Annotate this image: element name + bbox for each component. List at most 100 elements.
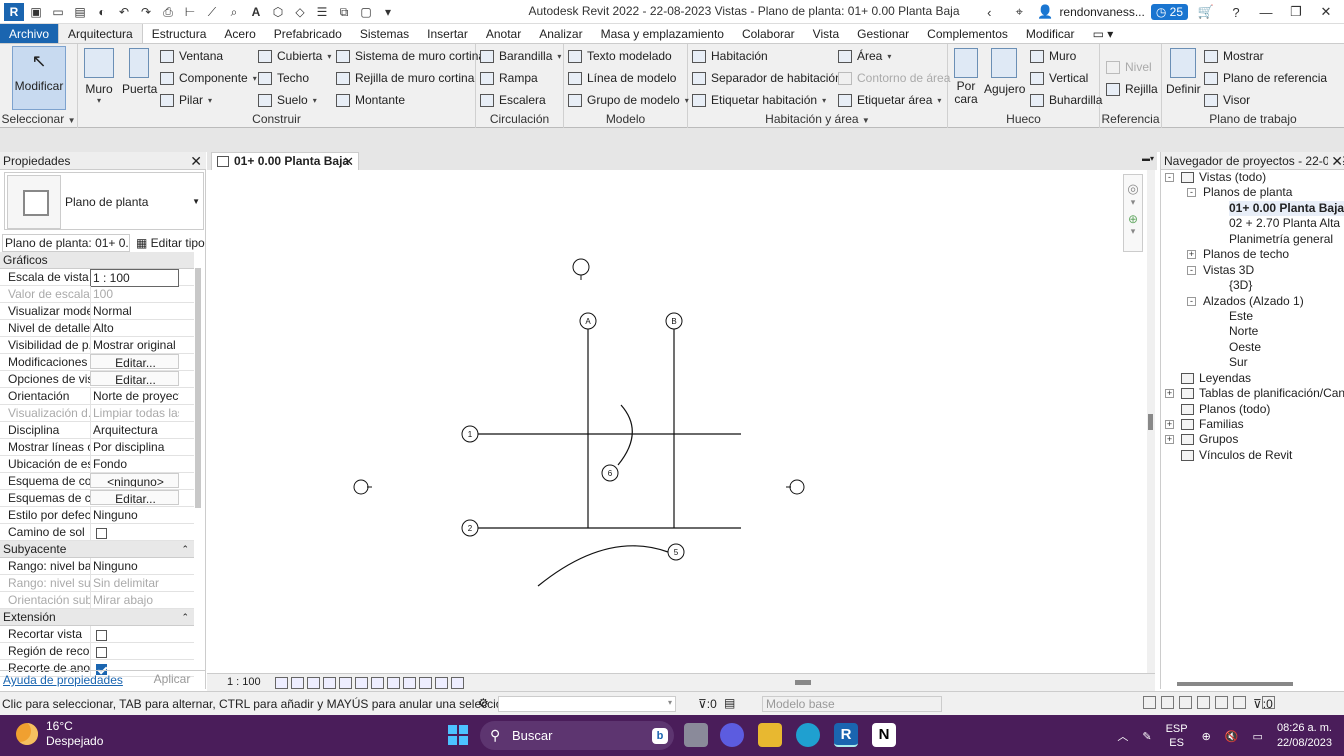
techo-button[interactable]: Techo [258, 71, 309, 85]
expand-icon[interactable]: + [1165, 420, 1174, 429]
drawing-canvas[interactable]: A B 1 2 6 5 ◎ ▾ ⊕ ▾ [207, 170, 1151, 673]
browser-node[interactable]: + Planos de techo [1161, 247, 1344, 262]
browser-node[interactable]: {3D} [1161, 278, 1344, 293]
sistema-muro-cortina-button[interactable]: Sistema de muro cortina [336, 49, 485, 63]
property-value[interactable]: Ninguno [90, 558, 179, 574]
edit-type-button[interactable]: ▦ Editar tipo [136, 234, 205, 252]
expand-icon[interactable]: + [1187, 250, 1196, 260]
checkbox[interactable] [96, 528, 107, 540]
visor-button[interactable]: Visor [1204, 93, 1250, 107]
rejilla-button[interactable]: Rejilla [1106, 82, 1158, 96]
tab-vista[interactable]: Vista [804, 24, 848, 43]
collapse-icon[interactable]: - [1187, 188, 1196, 198]
grupo-modelo-button[interactable]: Grupo de modelo ▾ [568, 93, 689, 107]
collapse-icon[interactable]: - [1165, 173, 1174, 182]
clock[interactable]: 08:26 a. m. 22/08/2023 [1277, 721, 1332, 751]
tab-insertar[interactable]: Insertar [418, 24, 477, 43]
montante-button[interactable]: Montante [336, 93, 405, 107]
temp-hide-icon[interactable] [387, 677, 400, 689]
browser-node[interactable]: 02 + 2.70 Planta Alta [1161, 216, 1344, 231]
browser-node[interactable]: 01+ 0.00 Planta Baja [1161, 200, 1344, 216]
definir-button[interactable]: Definir [1166, 48, 1201, 96]
contorno-area-button[interactable]: Contorno de área [838, 71, 950, 85]
temp-view-props-icon[interactable] [419, 677, 432, 689]
plano-referencia-button[interactable]: Plano de referencia [1204, 71, 1327, 85]
select-links-icon[interactable] [1143, 696, 1156, 709]
canvas-horizontal-scroll-thumb[interactable] [795, 680, 811, 685]
expand-icon[interactable]: + [1165, 389, 1174, 399]
tab-acero[interactable]: Acero [215, 24, 264, 43]
browser-node[interactable]: Leyendas [1161, 371, 1344, 386]
property-value[interactable]: Arquitectura [90, 422, 179, 438]
por-cara-button[interactable]: Por cara [952, 48, 980, 106]
browser-node[interactable]: Sur [1161, 355, 1344, 370]
checkbox[interactable] [96, 647, 107, 659]
cubierta-button[interactable]: Cubierta ▾ [258, 49, 331, 63]
scroll-thumb[interactable] [1148, 414, 1153, 430]
property-checkbox[interactable] [90, 524, 179, 540]
weather-widget[interactable]: 16°C Despejado [16, 719, 103, 749]
binoculars-icon[interactable]: ⌖ [1007, 4, 1031, 20]
language-indicator[interactable]: ESP ES [1166, 722, 1188, 750]
tab-modificar[interactable]: Modificar [1017, 24, 1084, 43]
tab-sistemas[interactable]: Sistemas [351, 24, 418, 43]
tab-complementos[interactable]: Complementos [918, 24, 1017, 43]
browser-node[interactable]: + Grupos [1161, 432, 1344, 447]
ribbon-toggle-icon[interactable]: ▭ ▾ [1084, 24, 1123, 43]
view-tab[interactable]: 01+ 0.00 Planta Baja ✕ [211, 152, 359, 170]
modificar-button[interactable]: ↖ Modificar [12, 46, 66, 110]
property-value[interactable]: Ninguno [90, 507, 179, 523]
revit-taskbar-icon[interactable]: R [834, 723, 858, 747]
ventana-button[interactable]: Ventana [160, 49, 223, 63]
tab-estructura[interactable]: Estructura [143, 24, 216, 43]
muro-button[interactable]: Muro ▾ [84, 48, 114, 105]
minimize-icon[interactable]: — [1254, 5, 1278, 20]
property-checkbox[interactable] [90, 626, 179, 642]
expand-icon[interactable]: + [1165, 435, 1174, 445]
navigation-bar[interactable]: ◎ ▾ ⊕ ▾ [1123, 174, 1143, 252]
close-icon[interactable]: ✕ [190, 152, 202, 170]
steering-wheel-icon[interactable]: ◎ [1124, 181, 1142, 197]
browser-node[interactable]: + Familias [1161, 417, 1344, 432]
properties-scrollbar[interactable] [195, 268, 201, 508]
hab-area-dropdown[interactable]: Habitación y área ▼ [688, 112, 947, 126]
tab-anotar[interactable]: Anotar [477, 24, 530, 43]
tab-archivo[interactable]: Archivo [0, 24, 59, 43]
view-scale[interactable]: 1 : 100 [227, 676, 261, 688]
instance-selector[interactable]: Plano de planta: 01+ 0.0 [2, 234, 130, 252]
browser-node[interactable]: + Tablas de planificación/Cantidades [1161, 386, 1344, 401]
select-by-face-icon[interactable] [1197, 696, 1210, 709]
collapse-icon[interactable]: ⌃ [181, 609, 189, 626]
tab-prefabricado[interactable]: Prefabricado [265, 24, 351, 43]
workset-dropdown[interactable]: ▾ [498, 696, 676, 712]
browser-node[interactable]: Planimetría general [1161, 232, 1344, 247]
show-crop-icon[interactable] [371, 677, 384, 689]
separador-button[interactable]: Separador de habitación [692, 71, 842, 85]
area-button[interactable]: Área ▾ [838, 49, 891, 63]
property-checkbox[interactable] [90, 643, 179, 659]
mostrar-button[interactable]: Mostrar [1204, 49, 1264, 63]
texto-modelado-button[interactable]: Texto modelado [568, 49, 672, 63]
restore-icon[interactable]: ❐ [1284, 4, 1308, 20]
property-value[interactable]: Normal [90, 303, 179, 319]
help-link[interactable]: Ayuda de propiedades [3, 673, 123, 687]
seleccionar-dropdown[interactable]: Seleccionar ▼ [0, 112, 77, 126]
browser-node[interactable]: - Planos de planta [1161, 185, 1344, 200]
browser-node[interactable]: - Vistas (todo) [1161, 170, 1344, 185]
edge-icon[interactable] [796, 723, 820, 747]
speaker-muted-icon[interactable]: 🔇 [1225, 730, 1239, 743]
select-pinned-icon[interactable] [1179, 696, 1192, 709]
notion-icon[interactable]: N [872, 723, 896, 747]
file-explorer-icon[interactable] [758, 723, 782, 747]
close-icon[interactable]: ✕ [343, 153, 354, 170]
zoom-icon[interactable]: ⊕ [1124, 212, 1142, 226]
globe-icon[interactable]: ⊕ [1202, 730, 1211, 743]
sun-path-icon[interactable] [307, 677, 320, 689]
tab-masa[interactable]: Masa y emplazamiento [592, 24, 733, 43]
habitacion-button[interactable]: Habitación [692, 49, 768, 63]
reveal-hidden-icon[interactable] [403, 677, 416, 689]
property-section[interactable]: Extensión ⌃ [0, 609, 194, 626]
property-section[interactable]: Gráficos [0, 252, 194, 269]
browser-node[interactable]: Este [1161, 309, 1344, 324]
cart-icon[interactable]: 🛒 [1194, 4, 1218, 20]
